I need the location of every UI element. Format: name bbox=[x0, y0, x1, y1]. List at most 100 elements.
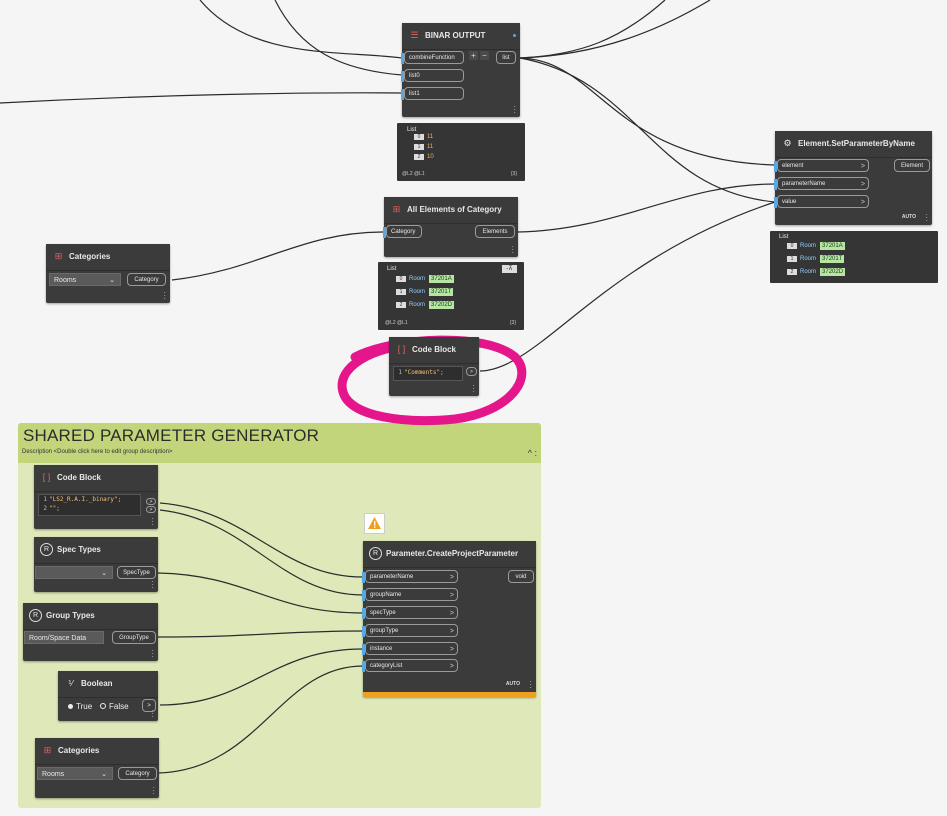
add-input-button[interactable]: + bbox=[469, 51, 478, 60]
node-header[interactable]: ⊞ Categories bbox=[35, 738, 159, 765]
node-header[interactable]: ⊞ All Elements of Category bbox=[384, 197, 518, 224]
node-categories-group[interactable]: ⊞ Categories Rooms ⌄ Category · · · bbox=[35, 738, 159, 798]
input-port-groupname[interactable]: groupName > bbox=[362, 588, 458, 601]
node-header[interactable]: [ ] Code Block bbox=[389, 337, 479, 364]
node-header[interactable]: ⊞ Categories bbox=[46, 244, 170, 271]
output-port-element[interactable]: Element bbox=[894, 159, 930, 172]
wire bbox=[519, 0, 711, 59]
radio-label: True bbox=[76, 702, 93, 711]
port-label: groupType bbox=[370, 628, 399, 634]
wire bbox=[517, 183, 776, 233]
node-header[interactable]: ⚙ Element.SetParameterByName bbox=[775, 131, 932, 158]
node-set-parameter-by-name[interactable]: ⚙ Element.SetParameterByName element > pa… bbox=[774, 131, 932, 225]
list-value: 37202D bbox=[429, 301, 455, 309]
output-port-category[interactable]: Category bbox=[118, 767, 157, 780]
pin-preview-button[interactable]: -⊼ bbox=[502, 265, 517, 273]
node-menu-icon[interactable]: · · · bbox=[152, 784, 155, 798]
output-port-grouptype[interactable]: GroupType bbox=[112, 631, 156, 644]
node-menu-icon[interactable]: · · · bbox=[513, 103, 516, 117]
list-value: 11 bbox=[427, 144, 434, 150]
code-editor[interactable]: 1 "Comments"; bbox=[393, 366, 463, 381]
group-description[interactable]: Description <Double click here to edit g… bbox=[22, 449, 172, 455]
list-item: 2 Room 37202D bbox=[787, 268, 846, 276]
node-boolean[interactable]: ⅟ Boolean True False > · · · bbox=[58, 671, 158, 721]
list-type: Room bbox=[800, 243, 817, 249]
list-item: 1 Room 37201T bbox=[787, 255, 845, 263]
output-port-list[interactable]: list bbox=[496, 51, 516, 64]
node-menu-icon[interactable]: · · · bbox=[151, 707, 154, 721]
input-port-instance[interactable]: instance > bbox=[362, 642, 458, 655]
node-group-types[interactable]: R Group Types Room/Space Data GroupType … bbox=[23, 603, 158, 661]
node-header[interactable]: R Spec Types bbox=[34, 537, 158, 564]
node-binar-output[interactable]: ☰ BINAR OUTPUT combineFunction + − list … bbox=[401, 23, 520, 117]
radio-selected-icon bbox=[68, 704, 73, 709]
list-value: 11 bbox=[427, 134, 434, 140]
input-port-combinefunction[interactable]: combineFunction bbox=[401, 51, 464, 64]
output-port[interactable]: > bbox=[146, 506, 156, 513]
output-port-category[interactable]: Category bbox=[127, 273, 166, 286]
node-header[interactable]: R Group Types bbox=[23, 603, 158, 630]
port-label: parameterName bbox=[782, 181, 826, 187]
remove-input-button[interactable]: − bbox=[480, 51, 489, 60]
output-port-void[interactable]: void bbox=[508, 570, 534, 583]
warning-state-bar bbox=[363, 692, 536, 697]
input-port-category[interactable]: Category bbox=[383, 225, 422, 238]
node-menu-icon[interactable]: · · · bbox=[163, 289, 166, 303]
node-header[interactable]: ☰ BINAR OUTPUT bbox=[402, 23, 520, 50]
input-port-categorylist[interactable]: categoryList > bbox=[362, 659, 458, 672]
group-type-dropdown[interactable]: Room/Space Data bbox=[24, 631, 104, 644]
spec-type-dropdown[interactable]: ⌄ bbox=[35, 566, 113, 579]
input-port-spectype[interactable]: specType > bbox=[362, 606, 458, 619]
list-value: 37201T bbox=[820, 255, 845, 263]
output-port[interactable]: > bbox=[466, 367, 477, 376]
category-dropdown[interactable]: Rooms ⌄ bbox=[49, 273, 121, 286]
category-dropdown[interactable]: Rooms ⌄ bbox=[37, 767, 113, 780]
output-port-elements[interactable]: Elements bbox=[475, 225, 515, 238]
preview-count: {3} bbox=[509, 320, 516, 326]
preview-all-elements: List -⊼ 0 Room 37201A 1 Room 37201T 2 Room 372… bbox=[378, 262, 524, 330]
node-menu-icon[interactable]: · · · bbox=[151, 578, 154, 592]
radio-true[interactable]: True bbox=[68, 702, 92, 711]
node-header[interactable]: ⅟ Boolean bbox=[58, 671, 158, 698]
input-port-value[interactable]: value > bbox=[774, 195, 869, 208]
node-header[interactable]: [ ] Code Block bbox=[34, 465, 158, 492]
node-all-elements-of-category[interactable]: ⊞ All Elements of Category Category Elem… bbox=[383, 197, 518, 257]
lacing-label: AUTO bbox=[505, 681, 520, 687]
output-port-spectype[interactable]: SpecType bbox=[117, 566, 156, 579]
node-menu-icon[interactable]: · · · bbox=[925, 211, 928, 225]
warning-triangle bbox=[368, 517, 381, 529]
lacing-label: AUTO bbox=[901, 214, 916, 220]
wire bbox=[519, 57, 776, 166]
code-editor[interactable]: 1 "LS2_R.A.I._binary"; 2 ""; bbox=[38, 494, 141, 516]
node-menu-icon[interactable]: · · · bbox=[151, 647, 154, 661]
node-spec-types[interactable]: R Spec Types ⌄ SpecType · · · bbox=[34, 537, 158, 592]
node-menu-icon[interactable]: · · · bbox=[151, 515, 154, 529]
input-port-list0[interactable]: list0 bbox=[401, 69, 464, 82]
port-label: value bbox=[782, 199, 797, 205]
node-title: Boolean bbox=[81, 679, 113, 688]
group-collapse-control[interactable]: ^ : bbox=[528, 448, 537, 458]
node-code-block-group[interactable]: [ ] Code Block 1 "LS2_R.A.I._binary"; 2 ""… bbox=[34, 465, 158, 529]
input-port-element[interactable]: element > bbox=[774, 159, 869, 172]
node-code-block-top[interactable]: [ ] Code Block 1 "Comments"; > · · · bbox=[389, 337, 479, 396]
input-port-parametername[interactable]: parameterName > bbox=[362, 570, 458, 583]
group-title[interactable]: SHARED PARAMETER GENERATOR bbox=[23, 426, 319, 446]
node-menu-icon[interactable]: · · · bbox=[511, 243, 514, 257]
input-port-grouptype[interactable]: groupType > bbox=[362, 624, 458, 637]
node-create-project-parameter[interactable]: R Parameter.CreateProjectParameter param… bbox=[362, 541, 536, 697]
graph-canvas[interactable]: SHARED PARAMETER GENERATOR Description <… bbox=[0, 0, 947, 816]
warning-icon[interactable] bbox=[364, 513, 385, 534]
input-port-list1[interactable]: list1 bbox=[401, 87, 464, 100]
port-label: instance bbox=[370, 646, 393, 652]
node-menu-icon[interactable]: · · · bbox=[529, 678, 532, 692]
list-type: Room bbox=[409, 302, 426, 308]
list-item: 1 11 bbox=[414, 144, 433, 150]
node-title: Code Block bbox=[412, 345, 457, 354]
node-header[interactable]: R Parameter.CreateProjectParameter bbox=[363, 541, 536, 568]
group-header[interactable]: SHARED PARAMETER GENERATOR Description <… bbox=[18, 423, 541, 463]
node-menu-icon[interactable]: · · · bbox=[472, 382, 475, 396]
node-categories-top[interactable]: ⊞ Categories Rooms ⌄ Category · · · bbox=[46, 244, 170, 303]
input-port-parametername[interactable]: parameterName > bbox=[774, 177, 869, 190]
output-port[interactable]: > bbox=[146, 498, 156, 505]
radio-false[interactable]: False bbox=[100, 702, 129, 711]
